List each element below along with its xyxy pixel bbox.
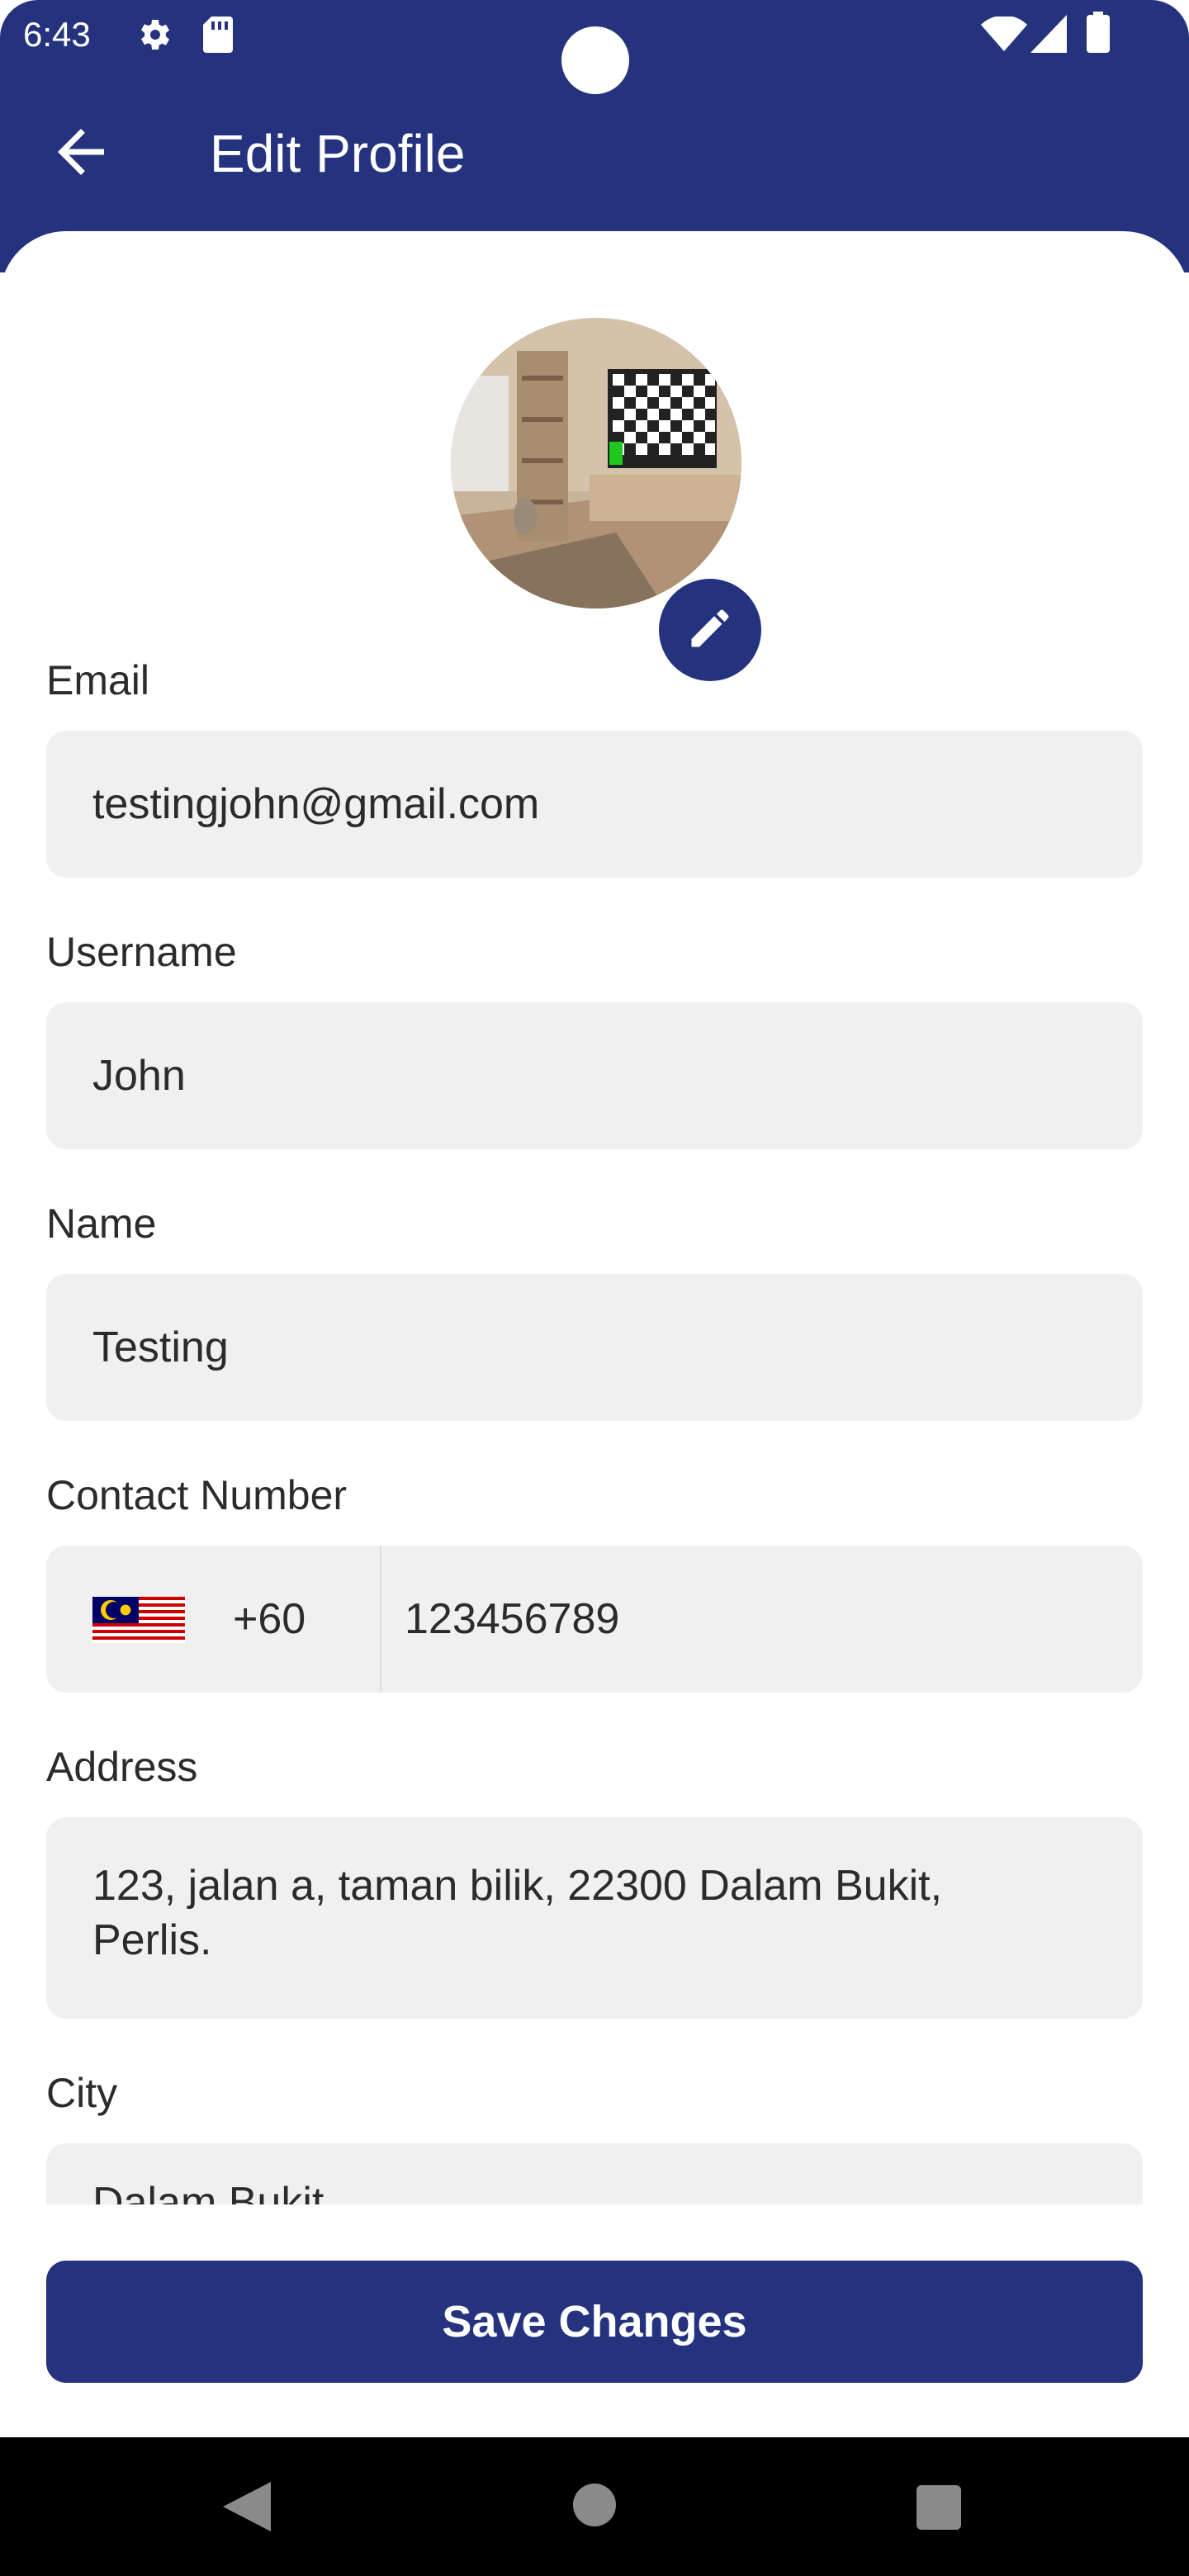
address-value: 123, jalan a, taman bilik, 22300 Dalam B… bbox=[92, 1859, 942, 1968]
malaysia-flag-icon bbox=[92, 1597, 185, 1647]
address-label: Address bbox=[46, 1744, 198, 1790]
country-code: +60 bbox=[233, 1595, 306, 1643]
email-value: testingjohn@gmail.com bbox=[92, 780, 540, 828]
signal-icon bbox=[1030, 15, 1067, 57]
arrow-left-icon[interactable] bbox=[46, 117, 116, 187]
phone-number-input[interactable]: 123456789 bbox=[405, 1546, 619, 1693]
wifi-icon bbox=[981, 15, 1027, 57]
email-field[interactable]: testingjohn@gmail.com bbox=[46, 731, 1143, 878]
pencil-icon bbox=[685, 604, 735, 657]
address-line-1: 123, jalan a, taman bilik, 22300 Dalam B… bbox=[92, 1862, 943, 1910]
city-label: City bbox=[46, 2070, 118, 2116]
address-line-2: Perlis. bbox=[92, 1916, 212, 1964]
battery-icon bbox=[1087, 12, 1110, 57]
contact-label: Contact Number bbox=[46, 1472, 348, 1518]
sd-card-icon bbox=[200, 15, 234, 59]
contact-field: +60 123456789 bbox=[46, 1546, 1143, 1693]
address-field[interactable]: 123, jalan a, taman bilik, 22300 Dalam B… bbox=[46, 1817, 1143, 2019]
profile-photo-section bbox=[451, 318, 761, 681]
name-label: Name bbox=[46, 1200, 157, 1247]
username-label: Username bbox=[46, 929, 237, 975]
username-value: John bbox=[92, 1052, 186, 1100]
form-panel: Email testingjohn@gmail.com Username Joh… bbox=[0, 231, 1189, 2204]
save-changes-button[interactable]: Save Changes bbox=[46, 2261, 1143, 2383]
home-circle-icon[interactable] bbox=[573, 2484, 616, 2531]
back-triangle-icon[interactable] bbox=[223, 2482, 271, 2536]
avatar[interactable] bbox=[451, 318, 741, 608]
name-field[interactable]: Testing bbox=[46, 1274, 1143, 1421]
page-title: Edit Profile bbox=[210, 124, 466, 183]
country-code-picker[interactable]: +60 bbox=[46, 1546, 380, 1693]
status-time: 6:43 bbox=[23, 15, 91, 54]
username-field[interactable]: John bbox=[46, 1002, 1143, 1149]
system-nav-bar bbox=[0, 2437, 1189, 2576]
edit-photo-button[interactable] bbox=[659, 579, 761, 681]
city-field[interactable]: Dalam Bukit bbox=[46, 2143, 1143, 2204]
name-value: Testing bbox=[92, 1324, 229, 1371]
divider bbox=[380, 1546, 381, 1693]
camera-cutout bbox=[561, 26, 629, 94]
email-label: Email bbox=[46, 657, 150, 703]
gear-icon bbox=[134, 15, 173, 59]
city-value: Dalam Bukit bbox=[92, 2179, 324, 2204]
recents-square-icon[interactable] bbox=[917, 2485, 961, 2534]
